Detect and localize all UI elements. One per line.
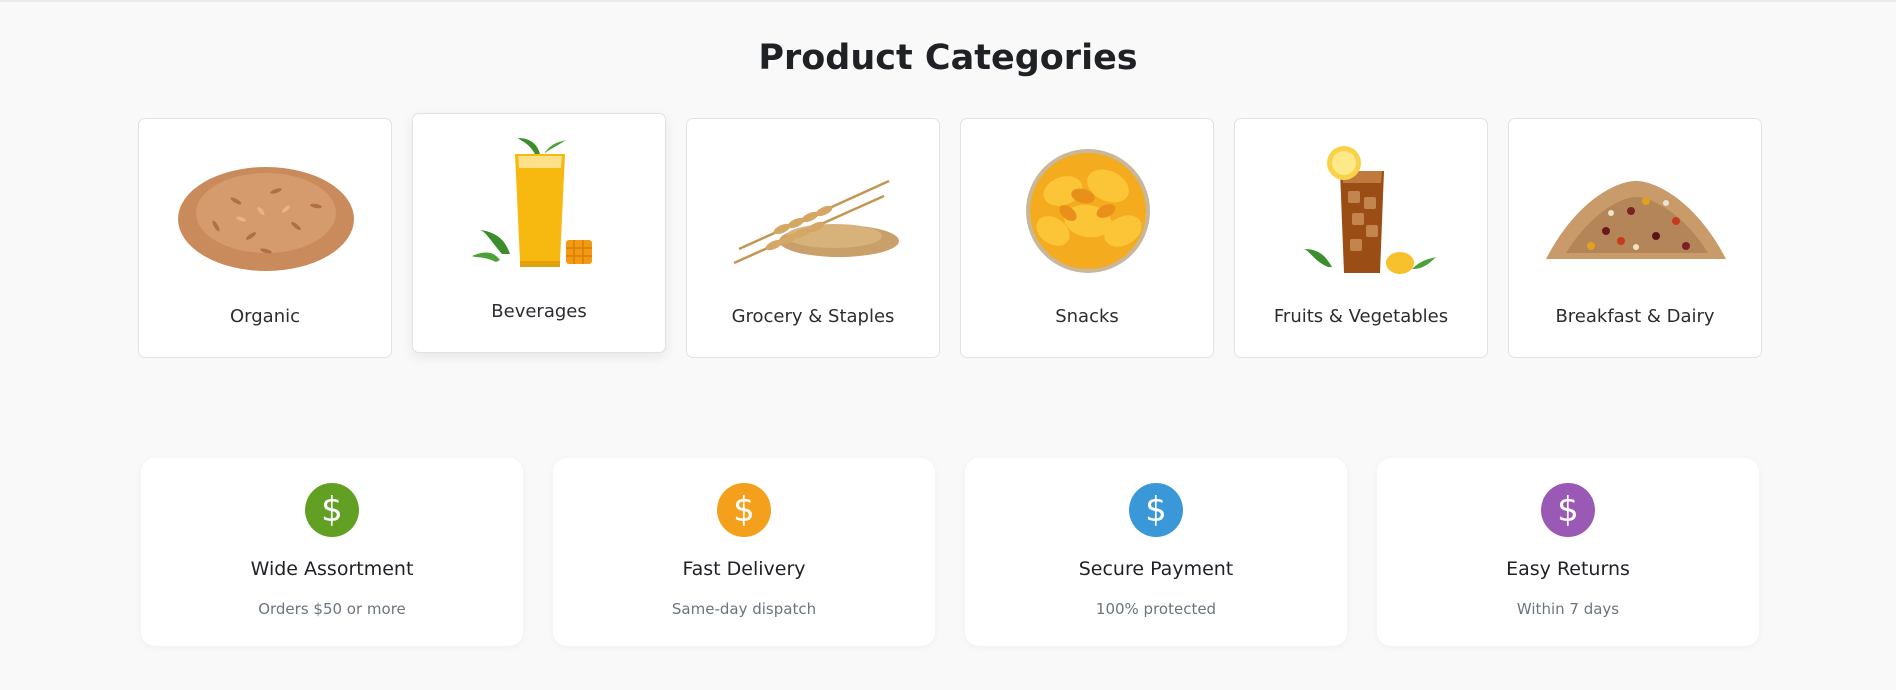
feature-subtitle: Orders $50 or more [258,600,406,618]
chips-bowl-image [1026,149,1150,273]
category-card-organic[interactable]: Organic [138,118,392,358]
feature-title: Wide Assortment [250,558,414,580]
wheat-image [733,179,899,265]
dollar-icon: $ [717,483,771,537]
dollar-icon: $ [1129,483,1183,537]
category-label: Snacks [1055,306,1119,327]
category-card-grocery-staples[interactable]: Grocery & Staples [686,118,940,358]
dollar-icon: $ [305,483,359,537]
category-card-snacks[interactable]: Snacks [960,118,1214,358]
feature-title: Fast Delivery [682,558,806,580]
category-card-fruits-vegetables[interactable]: Fruits & Vegetables [1234,118,1488,358]
category-grid: Organic Beverages Grocery & Staples Snac… [138,113,1764,358]
category-label: Beverages [491,301,587,322]
muesli-image [1546,181,1726,259]
feature-card-easy-returns: $ Easy Returns Within 7 days [1377,458,1759,646]
category-label: Grocery & Staples [731,306,895,327]
feature-title: Easy Returns [1506,558,1630,580]
category-card-breakfast-dairy[interactable]: Breakfast & Dairy [1508,118,1762,358]
feature-subtitle: 100% protected [1095,600,1217,618]
category-label: Fruits & Vegetables [1273,306,1449,327]
feature-subtitle: Within 7 days [1516,600,1620,618]
category-label: Organic [229,306,300,327]
top-divider [0,0,1896,2]
iced-tea-image [1304,146,1436,274]
rice-image [178,167,354,271]
feature-card-wide-assortment: $ Wide Assortment Orders $50 or more [141,458,523,646]
category-label: Breakfast & Dairy [1555,306,1715,327]
feature-title: Secure Payment [1078,558,1234,580]
feature-card-secure-payment: $ Secure Payment 100% protected [965,458,1347,646]
feature-subtitle: Same-day dispatch [671,600,817,618]
section-title: Product Categories [758,38,1138,78]
category-card-beverages[interactable]: Beverages [412,113,666,353]
dollar-icon: $ [1541,483,1595,537]
feature-card-fast-delivery: $ Fast Delivery Same-day dispatch [553,458,935,646]
features-row: $ Wide Assortment Orders $50 or more $ F… [141,458,1761,646]
mango-juice-image [472,138,592,267]
